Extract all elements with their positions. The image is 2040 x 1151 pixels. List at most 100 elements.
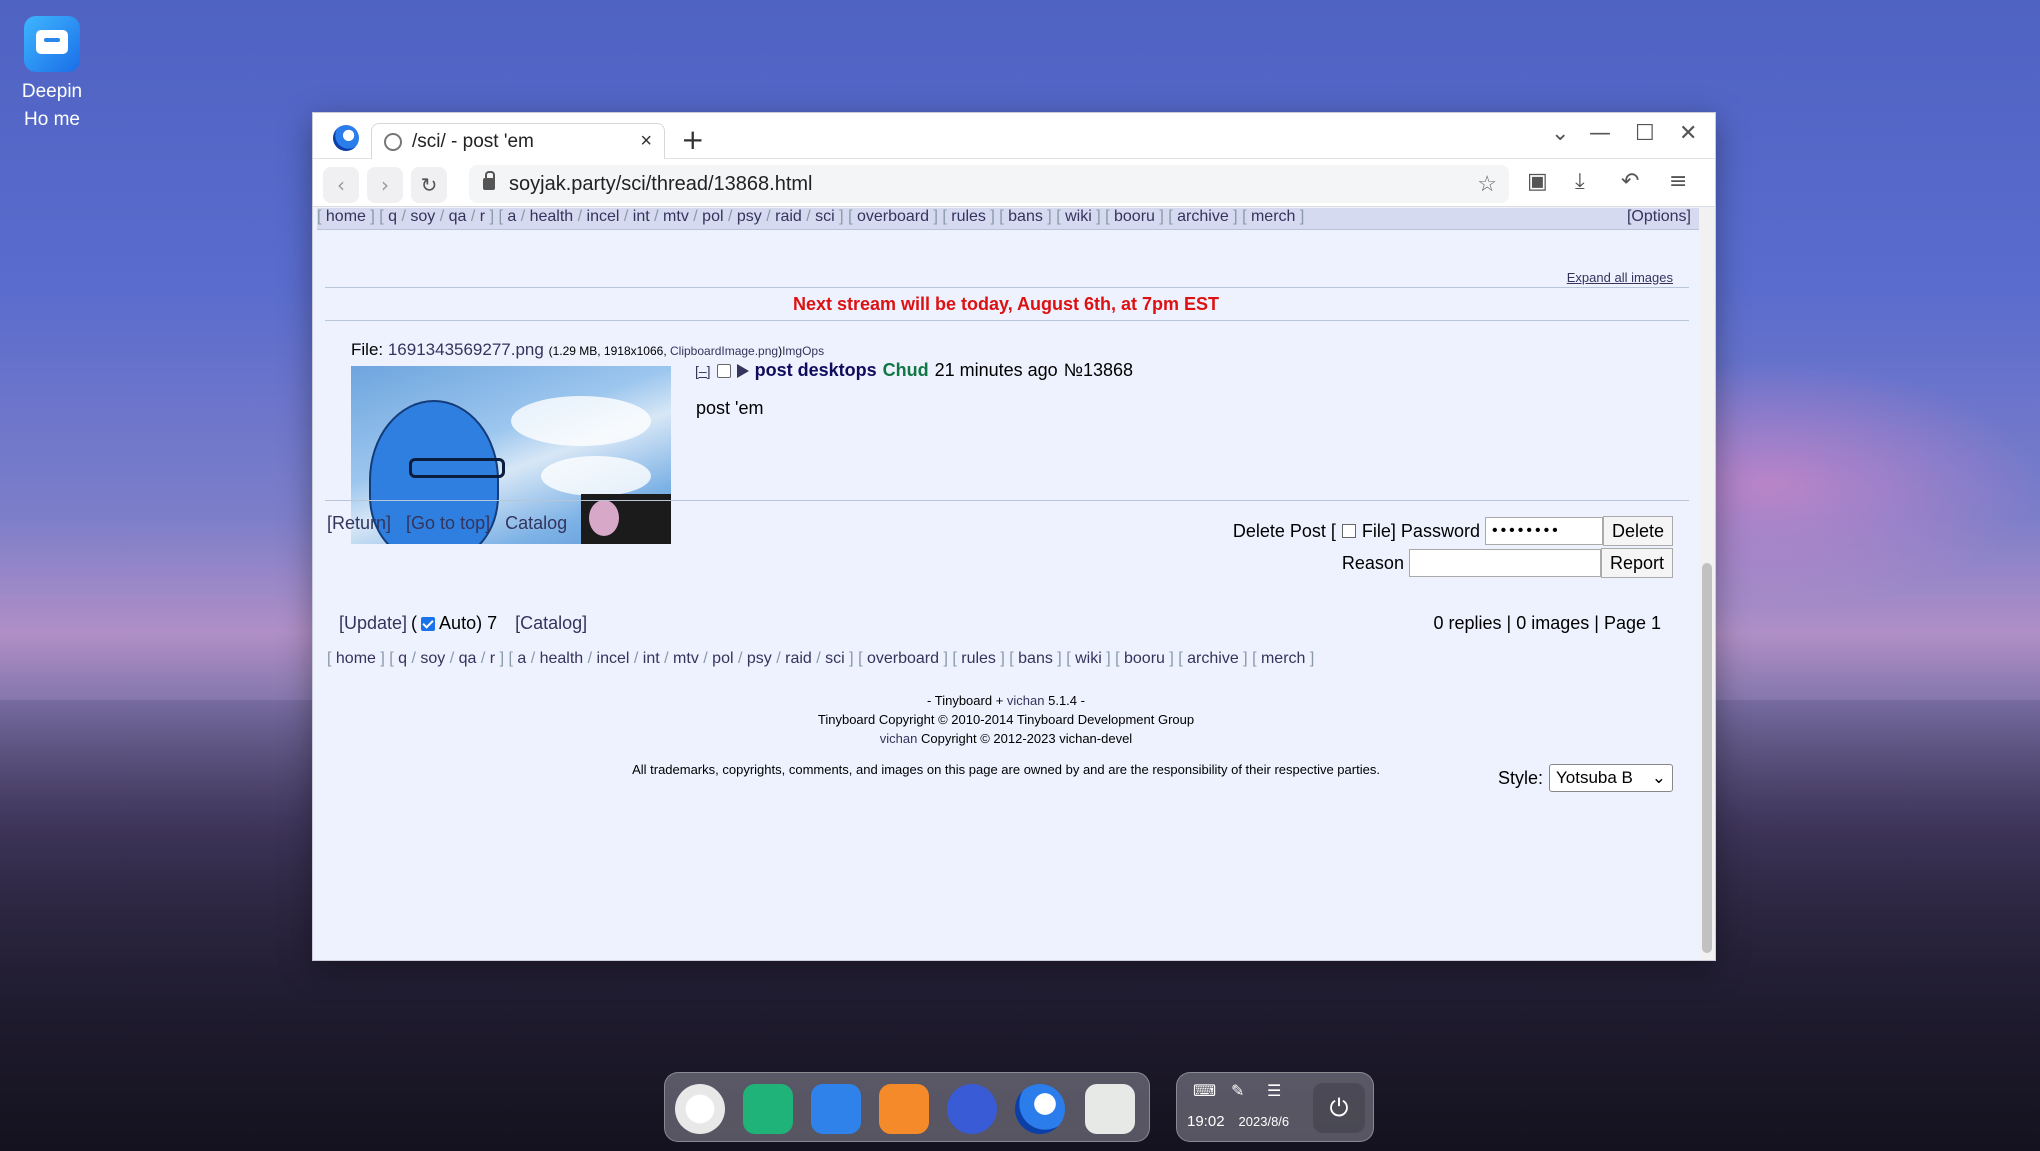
scrollbar[interactable] (1699, 208, 1715, 960)
catalog-link-bottom[interactable]: [Catalog] (515, 613, 587, 634)
delete-file-checkbox[interactable] (1341, 524, 1356, 538)
board-link-pol[interactable]: pol (712, 650, 733, 667)
board-link-health[interactable]: health (530, 208, 574, 225)
board-link-raid[interactable]: raid (785, 650, 812, 667)
download-icon[interactable]: ⤓ (1575, 169, 1585, 194)
board-link-int[interactable]: int (633, 208, 650, 225)
board-link-sci[interactable]: sci (825, 650, 845, 667)
board-link-r[interactable]: r (490, 650, 495, 667)
forward-button[interactable]: › (367, 167, 403, 203)
board-link-overboard[interactable]: overboard (857, 208, 929, 225)
thread-stats: 0 replies | 0 images | Page 1 (1433, 613, 1661, 633)
menu-icon[interactable]: ≡ (1669, 169, 1687, 194)
reload-button[interactable]: ↻ (411, 167, 447, 203)
keyboard-icon[interactable]: ⌨ (1193, 1081, 1216, 1100)
board-link-pol[interactable]: pol (702, 208, 723, 225)
lock-icon[interactable] (483, 171, 495, 190)
scrollbar-thumb[interactable] (1702, 563, 1712, 953)
board-link-psy[interactable]: psy (737, 208, 762, 225)
board-link-booru[interactable]: booru (1124, 650, 1165, 667)
vichan-link-2[interactable]: vichan (880, 731, 918, 746)
file-manager-icon[interactable] (811, 1084, 861, 1134)
board-link-sci[interactable]: sci (815, 208, 835, 225)
board-link-psy[interactable]: psy (747, 650, 772, 667)
browser-dock-icon[interactable] (1015, 1084, 1065, 1134)
desktop-icon-deepin-home[interactable]: Deepin Ho me (8, 16, 96, 134)
catalog-link[interactable]: Catalog (505, 513, 567, 533)
report-button[interactable]: Report (1600, 548, 1673, 578)
address-bar[interactable]: soyjak.party/sci/thread/13868.html ☆ (469, 165, 1509, 203)
tab-list-chevron-icon[interactable]: ⌄ (1551, 121, 1569, 146)
original-filename-link[interactable]: ClipboardImage.png (670, 344, 778, 358)
board-link-soy[interactable]: soy (410, 208, 435, 225)
power-icon[interactable]: ⏻ (1313, 1083, 1365, 1133)
board-link-r[interactable]: r (480, 208, 485, 225)
app-store-icon[interactable] (879, 1084, 929, 1134)
extensions-icon[interactable]: ▣ (1527, 169, 1548, 194)
terminal-app-icon[interactable] (743, 1084, 793, 1134)
board-link-incel[interactable]: incel (597, 650, 630, 667)
trash-icon[interactable] (1085, 1084, 1135, 1134)
board-link-overboard[interactable]: overboard (867, 650, 939, 667)
back-button[interactable]: ‹ (323, 167, 359, 203)
vichan-link[interactable]: vichan (1007, 693, 1045, 708)
board-link-rules[interactable]: rules (951, 208, 986, 225)
undo-icon[interactable]: ↶ (1621, 169, 1639, 194)
board-link-archive[interactable]: archive (1177, 208, 1229, 225)
launcher-icon[interactable] (675, 1084, 725, 1134)
board-link-a[interactable]: a (517, 650, 526, 667)
board-link-merch[interactable]: merch (1251, 208, 1295, 225)
board-link-home[interactable]: home (336, 650, 376, 667)
board-link-rules[interactable]: rules (961, 650, 996, 667)
reason-input[interactable] (1408, 549, 1601, 577)
post-checkbox[interactable] (716, 363, 731, 378)
minimize-icon[interactable]: — (1589, 121, 1611, 146)
board-link-q[interactable]: q (388, 208, 397, 225)
board-link-wiki[interactable]: wiki (1065, 208, 1092, 225)
board-link-mtv[interactable]: mtv (663, 208, 689, 225)
board-link-a[interactable]: a (507, 208, 516, 225)
file-link[interactable]: 1691343569277.png (388, 340, 544, 359)
post-menu-triangle-icon[interactable] (736, 363, 749, 378)
board-link-qa[interactable]: qa (449, 208, 467, 225)
board-link-q[interactable]: q (398, 650, 407, 667)
new-tab-button[interactable]: + (681, 123, 704, 156)
board-link-incel[interactable]: incel (587, 208, 620, 225)
settings-icon[interactable] (947, 1084, 997, 1134)
board-link-merch[interactable]: merch (1261, 650, 1305, 667)
hide-post-link[interactable]: [–] (695, 363, 711, 379)
board-link-booru[interactable]: booru (1114, 208, 1155, 225)
password-field[interactable]: •••••••• (1484, 517, 1603, 545)
options-link[interactable]: [Options] (1627, 208, 1691, 226)
imgops-link[interactable]: ImgOps (782, 344, 824, 358)
delete-button[interactable]: Delete (1602, 516, 1673, 546)
control-center-icon[interactable]: ☰ (1267, 1081, 1281, 1100)
go-to-top-link[interactable]: [Go to top] (406, 513, 490, 533)
board-link-mtv[interactable]: mtv (673, 650, 699, 667)
board-link-soy[interactable]: soy (420, 650, 445, 667)
pen-icon[interactable]: ✎ (1231, 1081, 1244, 1100)
style-select[interactable]: Yotsuba B ⌄ (1549, 764, 1673, 792)
tab-close-icon[interactable]: × (640, 130, 652, 153)
board-link-raid[interactable]: raid (775, 208, 802, 225)
board-link-wiki[interactable]: wiki (1075, 650, 1102, 667)
board-link-archive[interactable]: archive (1187, 650, 1239, 667)
clock[interactable]: 19:02 2023/8/6 (1187, 1113, 1289, 1130)
post-number[interactable]: №13868 (1064, 360, 1133, 381)
maximize-icon[interactable]: ☐ (1635, 121, 1655, 146)
board-link-bans[interactable]: bans (1018, 650, 1053, 667)
close-window-icon[interactable]: ✕ (1679, 121, 1697, 146)
tab-active[interactable]: /sci/ - post 'em × (371, 123, 665, 159)
board-link-qa[interactable]: qa (459, 650, 477, 667)
board-link-int[interactable]: int (643, 650, 660, 667)
return-link[interactable]: [Return] (327, 513, 391, 533)
board-link-home[interactable]: home (326, 208, 366, 225)
board-link-bans[interactable]: bans (1008, 208, 1043, 225)
update-link[interactable]: [Update] (339, 613, 407, 634)
board-link-health[interactable]: health (540, 650, 584, 667)
browser-logo-icon[interactable] (333, 125, 359, 151)
post-body: post 'em (696, 398, 764, 418)
expand-all-images-link[interactable]: Expand all images (1567, 270, 1673, 285)
bookmark-star-icon[interactable]: ☆ (1477, 171, 1497, 197)
auto-update-checkbox[interactable] (421, 616, 436, 631)
